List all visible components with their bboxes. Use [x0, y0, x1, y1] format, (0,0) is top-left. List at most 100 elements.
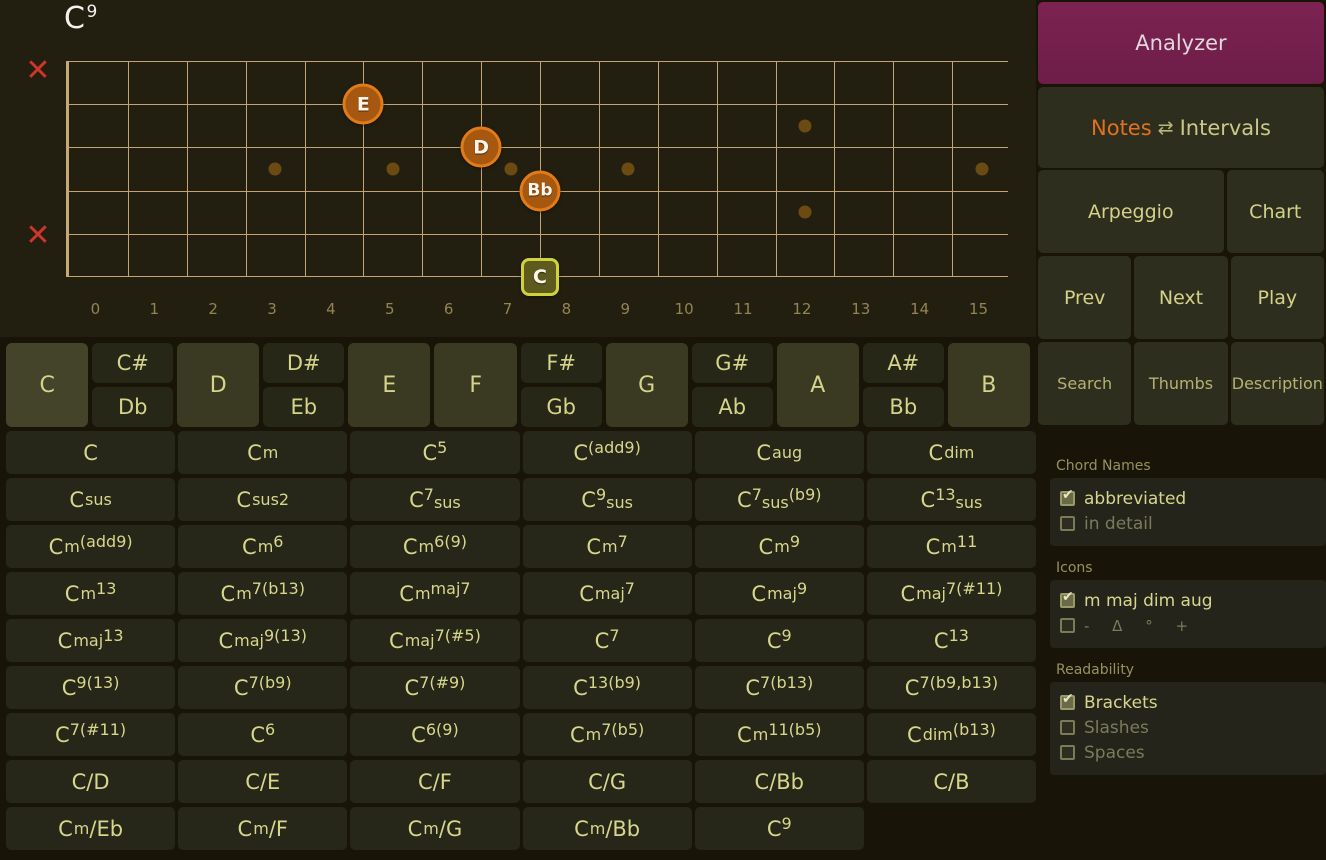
fretboard-pane[interactable]: C9 ✕ ✕ E D Bb C 0 1 2 3 4 5 6 7 8 9 10 11 12 13 14 15: [0, 0, 1036, 337]
chord-cell-cmaj913[interactable]: Cmaj 9(13): [178, 619, 348, 662]
chord-cell-c[interactable]: C: [6, 431, 176, 474]
chord-cell-c13sus[interactable]: C 13 sus: [866, 478, 1037, 521]
chord-cell-cm[interactable]: Cm: [178, 431, 348, 474]
chord-cell-cm6[interactable]: Cm6: [178, 525, 348, 568]
chord-cell-c13[interactable]: C 13: [866, 619, 1037, 662]
note-key-gb[interactable]: Gb: [520, 387, 602, 427]
chord-cell-cmaj13[interactable]: Cmaj 13: [6, 619, 176, 662]
next-button[interactable]: Next: [1134, 256, 1228, 339]
chord-cell-cm7b13[interactable]: Cm 7(b13): [178, 572, 348, 615]
note-key-bb[interactable]: Bb: [862, 387, 944, 427]
note-key-db[interactable]: Db: [92, 387, 174, 427]
checkbox-checked-icon[interactable]: [1060, 590, 1075, 608]
settings-option[interactable]: - Δ ° +: [1060, 613, 1316, 638]
chord-cell-cmaj9[interactable]: Cmaj 9: [694, 572, 864, 615]
note-key-f[interactable]: F: [434, 343, 517, 427]
chord-cell-cf[interactable]: C/F: [350, 760, 520, 803]
note-key-eb[interactable]: Eb: [263, 387, 345, 427]
chord-cell-cmaj7[interactable]: Cmaj 7: [522, 572, 692, 615]
note-key-c[interactable]: C: [6, 343, 89, 427]
chord-cell-c913[interactable]: C 9(13): [6, 666, 176, 709]
root-note-marker[interactable]: C: [521, 258, 559, 296]
chord-cell-cmeb[interactable]: Cm/Eb: [6, 807, 176, 850]
chord-cell-ce[interactable]: C/E: [178, 760, 348, 803]
note-marker[interactable]: E: [342, 83, 384, 125]
thumbs-button[interactable]: Thumbs: [1134, 342, 1228, 425]
settings-option[interactable]: Brackets: [1060, 690, 1316, 715]
search-button[interactable]: Search: [1038, 342, 1132, 425]
description-button[interactable]: Description: [1230, 342, 1324, 425]
checkbox-unchecked-icon[interactable]: [1060, 618, 1075, 633]
chord-cell-cdimb13[interactable]: Cdim (b13): [866, 713, 1037, 756]
chord-cell-c69[interactable]: C 6(9): [350, 713, 520, 756]
chord-cell-cb[interactable]: C/B: [866, 760, 1037, 803]
chord-cell-c9[interactable]: C9: [694, 807, 864, 850]
checkbox-checked-icon[interactable]: [1060, 488, 1075, 506]
settings-option[interactable]: Slashes: [1060, 715, 1316, 740]
chord-cell-cm69[interactable]: Cm 6(9): [350, 525, 520, 568]
chord-cell-cbb[interactable]: C/Bb: [694, 760, 864, 803]
note-key-csharp[interactable]: C#: [92, 343, 174, 383]
note-key-g[interactable]: G: [605, 343, 688, 427]
note-marker[interactable]: Bb: [519, 170, 561, 212]
fretboard-grid[interactable]: E D Bb C: [66, 61, 1008, 296]
note-key-fsharp[interactable]: F#: [520, 343, 602, 383]
chord-cell-cmbb[interactable]: Cm/Bb: [522, 807, 692, 850]
chord-cell-cg[interactable]: C/G: [522, 760, 692, 803]
chord-cell-c6[interactable]: C6: [178, 713, 348, 756]
settings-option[interactable]: in detail: [1060, 511, 1316, 536]
note-marker[interactable]: D: [460, 126, 502, 168]
settings-option[interactable]: m maj dim aug: [1060, 588, 1316, 613]
note-key-d[interactable]: D: [177, 343, 260, 427]
analyzer-button[interactable]: Analyzer: [1038, 2, 1324, 84]
checkbox-checked-icon[interactable]: [1060, 692, 1075, 710]
prev-button[interactable]: Prev: [1038, 256, 1132, 339]
chord-cell-c13b9[interactable]: C 13(b9): [522, 666, 692, 709]
note-key-asharp[interactable]: A#: [862, 343, 944, 383]
chord-cell-cm11b5[interactable]: Cm 11(b5): [694, 713, 864, 756]
chord-cell-cm9[interactable]: Cm9: [694, 525, 864, 568]
note-keyboard[interactable]: C C# Db D D# Eb E F F# Gb G G# Ab A A# Bb B: [6, 343, 1030, 427]
chord-cell-cmaj75[interactable]: Cmaj 7(#5): [350, 619, 520, 662]
chord-type-grid[interactable]: C Cm C 5 C (add9) Caug Cdim Csus Csus2 C 7 sus C 9 sus C…: [6, 431, 1037, 850]
chord-cell-cmf[interactable]: Cm/F: [178, 807, 348, 850]
chord-cell-cm7b5[interactable]: Cm 7(b5): [522, 713, 692, 756]
chord-cell-c7b9b13[interactable]: C 7(b9,b13): [866, 666, 1037, 709]
settings-option[interactable]: Spaces: [1060, 740, 1316, 765]
note-key-gsharp[interactable]: G#: [691, 343, 773, 383]
settings-option[interactable]: abbreviated: [1060, 486, 1316, 511]
chord-cell-cdim[interactable]: Cdim: [866, 431, 1037, 474]
chord-cell-c7b13[interactable]: C 7(b13): [694, 666, 864, 709]
notes-intervals-toggle[interactable]: Notes ⇄ Intervals: [1038, 87, 1324, 168]
checkbox-unchecked-icon[interactable]: [1060, 745, 1075, 760]
play-button[interactable]: Play: [1230, 256, 1324, 339]
chord-cell-c711[interactable]: C 7(#11): [6, 713, 176, 756]
note-key-dsharp[interactable]: D#: [263, 343, 345, 383]
chord-cell-c5[interactable]: C5: [350, 431, 520, 474]
chord-cell-cm7[interactable]: Cm7: [522, 525, 692, 568]
chord-cell-cmaj711[interactable]: Cmaj 7(#11): [866, 572, 1037, 615]
note-key-b[interactable]: B: [947, 343, 1030, 427]
note-key-ab[interactable]: Ab: [691, 387, 773, 427]
arpeggio-button[interactable]: Arpeggio: [1038, 170, 1224, 253]
chord-cell-cmg[interactable]: Cm/G: [350, 807, 520, 850]
chord-cell-c7susb9[interactable]: C 7 sus (b9): [694, 478, 864, 521]
chord-cell-c79[interactable]: C 7(#9): [350, 666, 520, 709]
chord-cell-c7b9[interactable]: C 7(b9): [178, 666, 348, 709]
chord-cell-caug[interactable]: Caug: [694, 431, 864, 474]
chord-cell-csus2[interactable]: Csus2: [178, 478, 348, 521]
chord-cell-cm13[interactable]: Cm 13: [6, 572, 176, 615]
chord-cell-cmadd9[interactable]: Cm (add9): [6, 525, 176, 568]
muted-string-icon[interactable]: ✕: [22, 55, 54, 87]
chord-cell-c9sus[interactable]: C 9 sus: [522, 478, 692, 521]
chord-cell-cmmaj7[interactable]: Cm maj7: [350, 572, 520, 615]
chord-cell-csus[interactable]: Csus: [6, 478, 176, 521]
chord-cell-c9[interactable]: C9: [694, 619, 864, 662]
chord-cell-cadd9[interactable]: C (add9): [522, 431, 692, 474]
chart-button[interactable]: Chart: [1226, 170, 1324, 253]
checkbox-unchecked-icon[interactable]: [1060, 516, 1075, 531]
checkbox-unchecked-icon[interactable]: [1060, 720, 1075, 735]
note-key-a[interactable]: A: [776, 343, 859, 427]
muted-string-icon[interactable]: ✕: [22, 220, 54, 252]
chord-cell-c7[interactable]: C7: [522, 619, 692, 662]
